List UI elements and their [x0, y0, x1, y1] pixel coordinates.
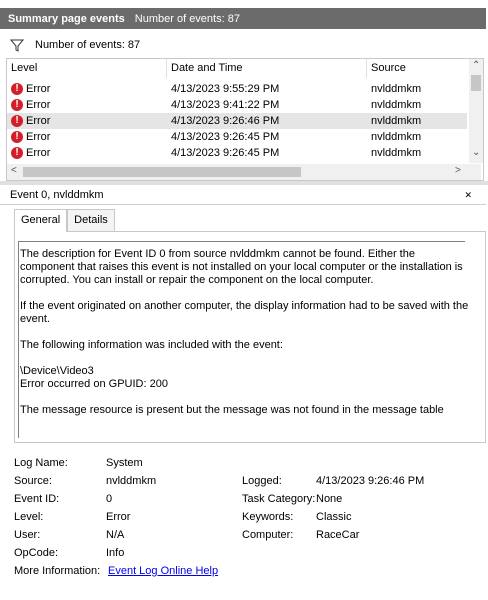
page-title: Summary page events	[8, 12, 125, 25]
row-source: nvlddmkm	[371, 83, 422, 95]
table-row-selected[interactable]: ! Error 4/13/2023 9:26:46 PM nvlddmkm	[7, 113, 467, 129]
error-icon: !	[11, 115, 23, 127]
filter-icon[interactable]	[9, 37, 25, 53]
keywords-value: Classic	[316, 511, 352, 523]
level-value: Error	[106, 511, 131, 523]
computer-label: Computer:	[242, 529, 294, 541]
vertical-scroll-thumb[interactable]	[471, 75, 481, 91]
row-source: nvlddmkm	[371, 99, 422, 111]
event-id-label: Event ID:	[14, 493, 60, 505]
event-id-value: 0	[106, 493, 113, 505]
user-value: N/A	[106, 529, 125, 541]
event-description: The description for Event ID 0 from sour…	[20, 248, 470, 430]
filter-label: Number of events: 87	[35, 39, 141, 51]
table-row[interactable]: ! Error 4/13/2023 9:55:29 PM nvlddmkm	[7, 81, 467, 97]
keywords-label: Keywords:	[242, 511, 294, 523]
error-icon: !	[11, 83, 23, 95]
scroll-up-icon[interactable]: ⌃	[472, 60, 480, 71]
task-category-value: None	[316, 493, 343, 505]
opcode-value: Info	[106, 547, 125, 559]
horizontal-scroll-thumb[interactable]	[23, 167, 301, 177]
description-paragraph: The following information was included w…	[20, 339, 283, 351]
row-source: nvlddmkm	[371, 115, 422, 127]
source-label: Source:	[14, 475, 52, 487]
row-level: Error	[26, 99, 51, 111]
event-detail-header: Event 0, nvlddmkm ✕	[0, 186, 486, 205]
logged-value: 4/13/2023 9:26:46 PM	[316, 475, 425, 487]
column-header-level[interactable]: Level	[7, 59, 167, 78]
scroll-left-icon[interactable]: <	[11, 165, 17, 176]
computer-value: RaceCar	[316, 529, 360, 541]
filter-bar: Number of events: 87	[1, 34, 485, 56]
detail-tabs: General Details	[14, 209, 115, 232]
tab-details[interactable]: Details	[67, 209, 115, 231]
column-header-source[interactable]: Source	[367, 59, 467, 78]
error-icon: !	[11, 99, 23, 111]
scroll-right-icon[interactable]: >	[455, 165, 461, 176]
event-log-online-help-link[interactable]: Event Log Online Help	[108, 565, 218, 577]
table-row[interactable]: ! Error 4/13/2023 9:26:45 PM nvlddmkm	[7, 145, 467, 161]
source-value: nvlddmkm	[106, 475, 157, 487]
row-datetime: 4/13/2023 9:41:22 PM	[171, 99, 280, 111]
table-row[interactable]: ! Error 4/13/2023 9:41:22 PM nvlddmkm	[7, 97, 467, 113]
column-header-date-time[interactable]: Date and Time	[167, 59, 367, 78]
error-icon: !	[11, 131, 23, 143]
row-level: Error	[26, 115, 51, 127]
horizontal-scrollbar[interactable]: < >	[7, 164, 481, 180]
more-information-label: More Information:	[14, 565, 101, 577]
description-paragraph: The message resource is present but the …	[20, 404, 444, 416]
event-count: Number of events: 87	[134, 12, 240, 25]
row-datetime: 4/13/2023 9:26:45 PM	[171, 131, 280, 143]
logged-label: Logged:	[242, 475, 282, 487]
event-title: Event 0, nvlddmkm	[10, 189, 104, 201]
tab-general[interactable]: General	[14, 209, 68, 232]
task-category-label: Task Category:	[242, 493, 316, 505]
table-header: Level Date and Time Source	[7, 59, 467, 78]
description-paragraph: The description for Event ID 0 from sour…	[20, 248, 463, 286]
summary-title-bar: Summary page events Number of events: 87	[0, 8, 486, 29]
user-label: User:	[14, 529, 41, 541]
row-level: Error	[26, 83, 51, 95]
table-row[interactable]: ! Error 4/13/2023 9:26:45 PM nvlddmkm	[7, 129, 467, 145]
level-label: Level:	[14, 511, 44, 523]
pane-splitter[interactable]	[0, 181, 488, 185]
row-level: Error	[26, 131, 51, 143]
row-level: Error	[26, 147, 51, 159]
scroll-down-icon[interactable]: ⌄	[472, 147, 480, 158]
row-datetime: 4/13/2023 9:55:29 PM	[171, 83, 280, 95]
events-table[interactable]: Level Date and Time Source ! Error 4/13/2…	[6, 58, 484, 181]
vertical-scrollbar[interactable]: ⌃ ⌄	[469, 59, 483, 163]
error-icon: !	[11, 147, 23, 159]
row-source: nvlddmkm	[371, 131, 422, 143]
close-icon[interactable]: ✕	[464, 190, 472, 201]
log-name-label: Log Name:	[14, 457, 68, 469]
description-line: Error occurred on GPUID: 200	[20, 378, 168, 390]
description-paragraph: If the event originated on another compu…	[20, 300, 469, 325]
log-name-value: System	[106, 457, 143, 469]
description-line: \Device\Video3	[20, 365, 94, 377]
row-datetime: 4/13/2023 9:26:45 PM	[171, 147, 280, 159]
opcode-label: OpCode:	[14, 547, 59, 559]
row-datetime: 4/13/2023 9:26:46 PM	[171, 115, 280, 127]
row-source: nvlddmkm	[371, 147, 422, 159]
